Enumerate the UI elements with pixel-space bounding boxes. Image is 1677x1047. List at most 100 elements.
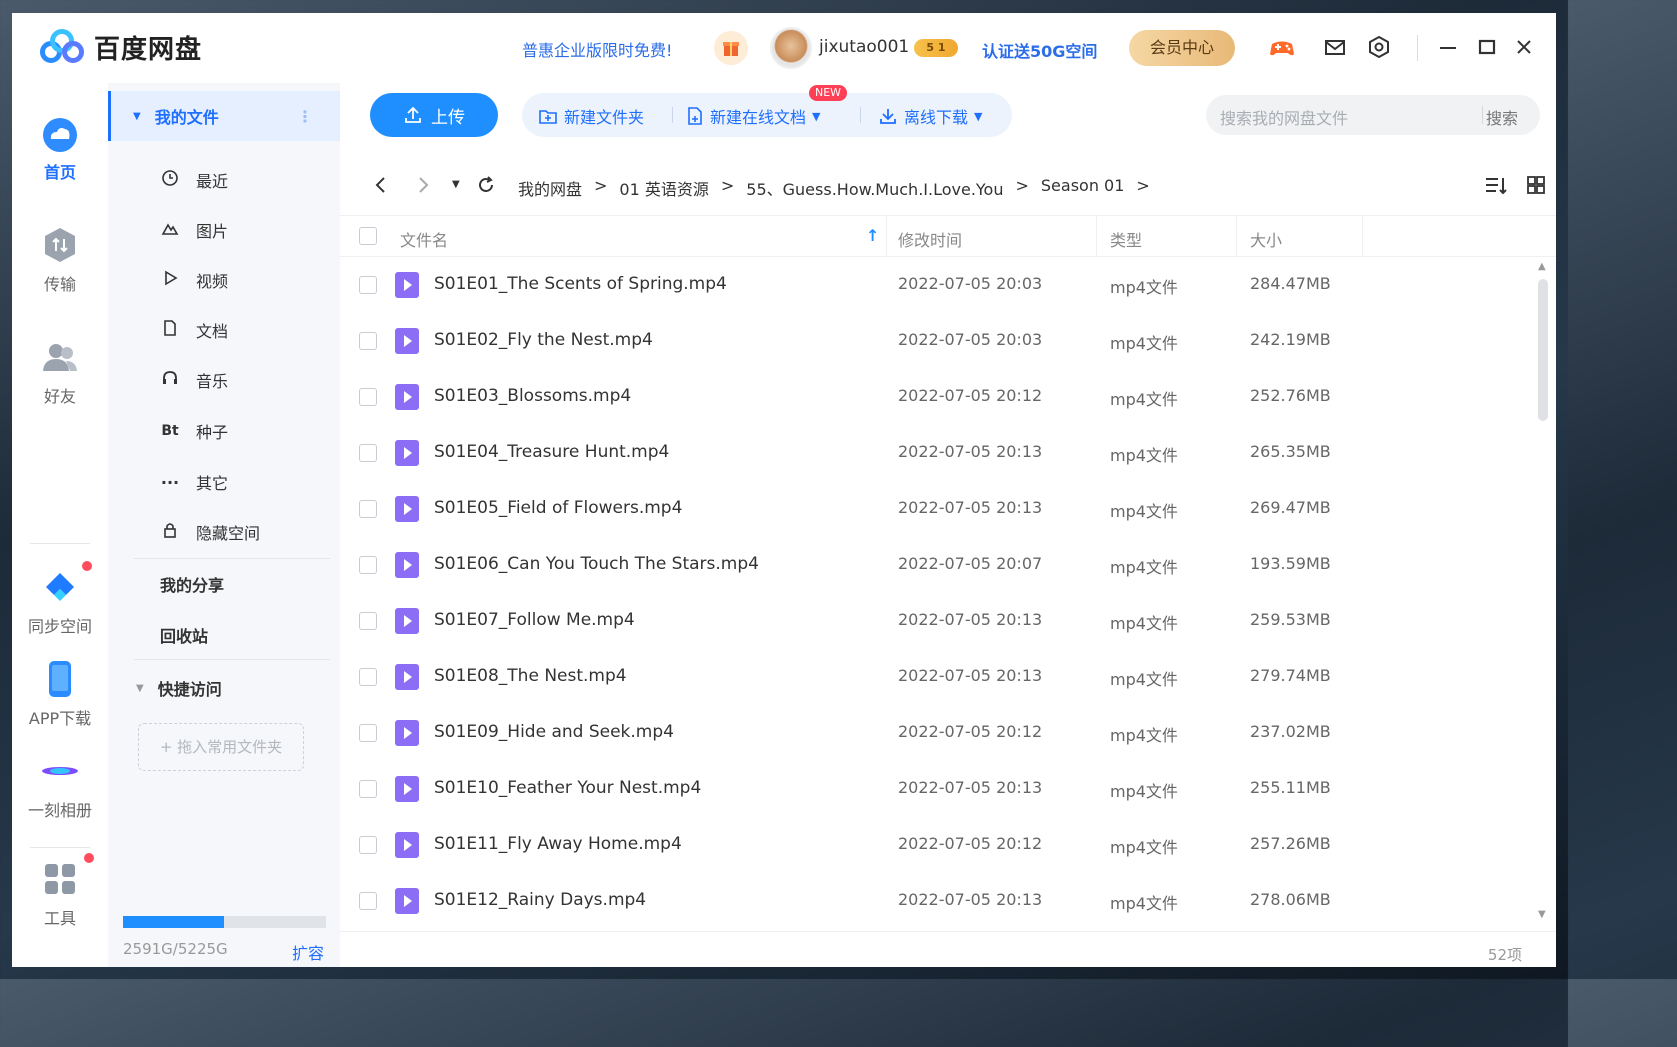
search-box[interactable]: 搜索我的网盘文件 搜索 [1206,95,1540,135]
sidebar-item-my-share[interactable]: 我的分享 [108,559,340,609]
search-button[interactable]: 搜索 [1486,105,1518,129]
grid-view-icon[interactable] [1526,175,1546,200]
row-checkbox[interactable] [359,612,377,630]
sidebar-item-torrents[interactable]: Bt 种子 [108,406,340,456]
table-row[interactable]: S01E02_Fly the Nest.mp4 2022-07-05 20:03… [340,313,1536,369]
row-checkbox[interactable] [359,276,377,294]
more-vertical-icon[interactable]: ⋮ [297,107,313,126]
table-row[interactable]: S01E11_Fly Away Home.mp4 2022-07-05 20:1… [340,817,1536,873]
sidebar-item-other[interactable]: ··· 其它 [108,457,340,507]
sidebar-item-hidden-space[interactable]: 隐藏空间 [108,507,340,557]
column-header-type[interactable]: 类型 [1110,227,1142,251]
row-checkbox[interactable] [359,500,377,518]
file-name[interactable]: S01E05_Field of Flowers.mp4 [434,498,682,518]
sidebar-item-documents[interactable]: 文档 [108,305,340,355]
table-row[interactable]: S01E04_Treasure Hunt.mp4 2022-07-05 20:1… [340,425,1536,481]
row-checkbox[interactable] [359,892,377,910]
refresh-icon[interactable] [476,175,496,200]
select-all-checkbox[interactable] [359,227,377,245]
sidebar-item-quick-access[interactable]: ▼ 快捷访问 [108,663,340,713]
gift-icon[interactable] [714,31,748,65]
table-row[interactable]: S01E10_Feather Your Nest.mp4 2022-07-05 … [340,761,1536,817]
scroll-down-icon[interactable]: ▼ [1538,909,1546,920]
settings-icon[interactable] [1367,35,1393,61]
rail-item-transfer[interactable]: 传输 [12,225,108,295]
sidebar-item-images[interactable]: 图片 [108,205,340,255]
history-dropdown-icon[interactable]: ▼ [452,179,460,190]
row-checkbox[interactable] [359,556,377,574]
table-row[interactable]: S01E08_The Nest.mp4 2022-07-05 20:13 mp4… [340,649,1536,705]
maximize-icon[interactable] [1475,35,1501,61]
forward-icon[interactable] [416,175,430,200]
file-name[interactable]: S01E12_Rainy Days.mp4 [434,890,646,910]
back-icon[interactable] [374,175,388,200]
rail-item-friends[interactable]: 好友 [12,337,108,407]
scrollbar-thumb[interactable] [1538,279,1548,421]
table-row[interactable]: S01E07_Follow Me.mp4 2022-07-05 20:13 mp… [340,593,1536,649]
new-folder-button[interactable]: 新建文件夹 [538,104,644,128]
user-avatar[interactable] [770,27,812,69]
sidebar-item-music[interactable]: 音乐 [108,355,340,405]
row-checkbox[interactable] [359,332,377,350]
sort-ascending-icon[interactable]: ↑ [866,226,879,245]
scroll-up-icon[interactable]: ▲ [1538,261,1546,272]
breadcrumb-item[interactable]: 01 英语资源 [619,176,708,200]
breadcrumb-item[interactable]: 我的网盘 [518,176,582,200]
table-row[interactable]: S01E09_Hide and Seek.mp4 2022-07-05 20:1… [340,705,1536,761]
expand-storage-link[interactable]: 扩容 [292,940,324,964]
quick-access-drop-zone[interactable]: + 拖入常用文件夹 [138,723,304,771]
file-name[interactable]: S01E10_Feather Your Nest.mp4 [434,778,701,798]
search-input[interactable]: 搜索我的网盘文件 [1220,105,1348,129]
sidebar-item-recent[interactable]: 最近 [108,155,340,205]
mail-icon[interactable] [1323,35,1349,61]
breadcrumb-item[interactable]: 55、Guess.How.Much.I.Love.You [746,176,1003,200]
file-name[interactable]: S01E01_The Scents of Spring.mp4 [434,274,727,294]
file-name[interactable]: S01E06_Can You Touch The Stars.mp4 [434,554,759,574]
file-name[interactable]: S01E09_Hide and Seek.mp4 [434,722,674,742]
file-name[interactable]: S01E11_Fly Away Home.mp4 [434,834,682,854]
sidebar-item-recycle-bin[interactable]: 回收站 [108,610,340,660]
column-divider[interactable] [1096,216,1097,257]
table-row[interactable]: S01E06_Can You Touch The Stars.mp4 2022-… [340,537,1536,593]
rail-item-tools[interactable]: 工具 [12,853,108,929]
rail-item-sync[interactable]: 同步空间 [12,561,108,637]
rail-item-app-download[interactable]: APP下载 [12,659,108,729]
verify-link[interactable]: 认证送50G空间 [982,38,1097,62]
enterprise-promo-link[interactable]: 普惠企业版限时免费! [522,37,672,61]
table-row[interactable]: S01E12_Rainy Days.mp4 2022-07-05 20:13 m… [340,873,1536,929]
column-header-size[interactable]: 大小 [1250,227,1282,251]
column-divider[interactable] [1362,216,1363,257]
column-divider[interactable] [886,216,887,257]
minimize-icon[interactable] [1436,35,1462,61]
sidebar-item-videos[interactable]: 视频 [108,255,340,305]
column-divider[interactable] [1236,216,1237,257]
row-checkbox[interactable] [359,724,377,742]
file-name[interactable]: S01E07_Follow Me.mp4 [434,610,635,630]
offline-download-button[interactable]: 离线下载 ▼ [878,104,982,128]
close-icon[interactable] [1512,35,1538,61]
row-checkbox[interactable] [359,668,377,686]
row-checkbox[interactable] [359,388,377,406]
rail-item-album[interactable]: 一刻相册 [12,751,108,821]
sort-list-icon[interactable] [1484,175,1508,202]
column-header-modified[interactable]: 修改时间 [898,227,962,251]
table-row[interactable]: S01E03_Blossoms.mp4 2022-07-05 20:12 mp4… [340,369,1536,425]
row-checkbox[interactable] [359,836,377,854]
rail-item-home[interactable]: 首页 [12,113,108,183]
upload-button[interactable]: 上传 [370,93,498,137]
row-checkbox[interactable] [359,444,377,462]
username[interactable]: jixutao001 [819,37,909,57]
vip-center-button[interactable]: 会员中心 [1129,30,1235,66]
sidebar-item-my-files[interactable]: ▼ 我的文件 ⋮ [108,91,340,141]
file-name[interactable]: S01E02_Fly the Nest.mp4 [434,330,653,350]
row-checkbox[interactable] [359,780,377,798]
new-online-doc-button[interactable]: 新建在线文档 ▼ [686,104,820,128]
file-name[interactable]: S01E04_Treasure Hunt.mp4 [434,442,669,462]
file-name[interactable]: S01E08_The Nest.mp4 [434,666,627,686]
gamepad-icon[interactable] [1268,35,1294,61]
breadcrumb-item[interactable]: Season 01 [1041,176,1125,200]
table-row[interactable]: S01E01_The Scents of Spring.mp4 2022-07-… [340,257,1536,313]
file-name[interactable]: S01E03_Blossoms.mp4 [434,386,631,406]
column-header-name[interactable]: 文件名 [400,227,448,251]
table-row[interactable]: S01E05_Field of Flowers.mp4 2022-07-05 2… [340,481,1536,537]
